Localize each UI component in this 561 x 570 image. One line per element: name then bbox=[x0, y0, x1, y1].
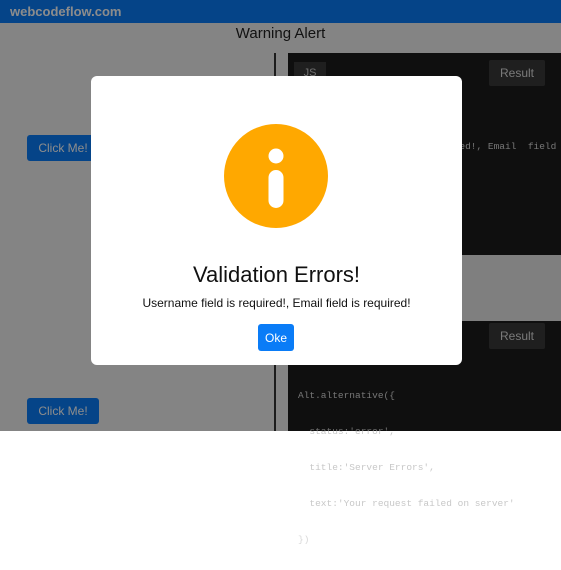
code-line: }) bbox=[298, 534, 310, 545]
modal-message: Username field is required!, Email field… bbox=[142, 296, 411, 310]
info-icon bbox=[224, 124, 328, 228]
code-line: text:'Your request failed on server' bbox=[298, 498, 515, 509]
alert-modal: Validation Errors! Username field is req… bbox=[91, 76, 462, 365]
modal-title: Validation Errors! bbox=[192, 262, 361, 287]
code-line: title:'Server Errors', bbox=[298, 462, 435, 473]
ok-button[interactable]: Oke bbox=[258, 324, 294, 351]
